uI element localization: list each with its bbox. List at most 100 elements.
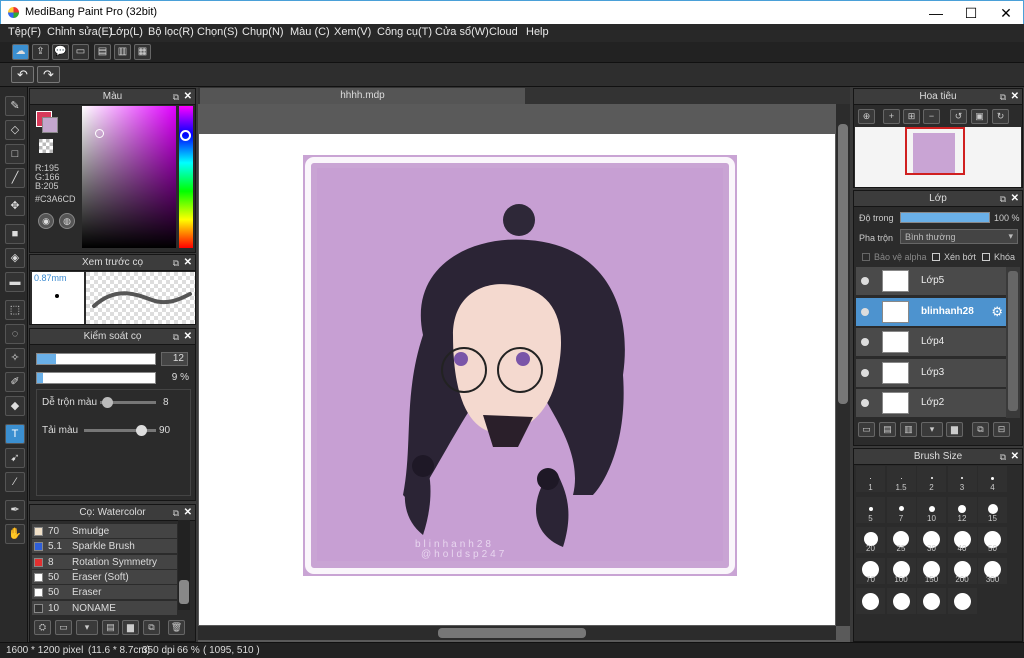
new-brush-icon[interactable]: ▭ [55,620,72,635]
brush-size-cell[interactable]: 300 [978,557,1007,584]
close-icon[interactable]: ✕ [184,89,192,105]
color-wheel-icon[interactable]: ◍ [59,213,75,229]
menu-tools[interactable]: Công cụ(T) [377,26,432,38]
zoom-out-icon[interactable]: − [923,109,940,124]
text-tool-icon[interactable]: T [5,424,25,444]
select-rect-tool-icon[interactable]: ⬚ [5,300,25,320]
lasso-tool-icon[interactable]: ◌ [5,324,25,344]
canvas-horizontal-thumb[interactable] [438,628,586,638]
brush-size-slider[interactable] [36,353,156,365]
layer-row[interactable]: blinhanh28 ⚙ [856,297,1006,327]
fill-rect-tool-icon[interactable]: ■ [5,224,25,244]
rectangle-tool-icon[interactable]: □ [5,144,25,164]
gradient-tool-icon[interactable]: ▬ [5,272,25,292]
eye-icon[interactable] [861,368,869,377]
close-icon[interactable]: ✕ [1011,449,1019,465]
brush-size-cell[interactable]: 100 [886,557,916,584]
menu-cloud[interactable]: Cloud [489,26,518,38]
new-halftone-layer-icon[interactable]: ▤ [879,422,896,437]
brush-size-cell[interactable]: 40 [947,527,977,553]
message-icon[interactable]: ▭ [72,44,89,60]
menu-file[interactable]: Tệp(F) [8,26,41,38]
navigator-viewport-frame[interactable] [905,127,965,175]
eye-icon[interactable] [861,307,869,316]
menu-help[interactable]: Help [526,26,549,38]
lock-checkbox[interactable] [982,253,990,261]
brush-size-value[interactable]: 12 [161,352,188,366]
pen-tool-icon[interactable]: ✒ [5,500,25,520]
brush-list-scroll-thumb[interactable] [179,580,189,604]
color-amount-thumb[interactable] [136,425,147,436]
minimize-button[interactable]: — [919,3,953,23]
hand-tool-icon[interactable]: ✋ [5,524,25,544]
brush-list-item[interactable]: 10 NONAME [32,600,177,616]
menu-window[interactable]: Cửa sổ(W) [435,26,489,38]
delete-brush-icon[interactable]: 🗑 [168,620,185,635]
brush-size-cell[interactable]: 15 [978,496,1007,523]
eye-icon[interactable] [861,338,869,346]
undock-icon[interactable]: ⧉ [173,505,179,521]
canvas-vertical-thumb[interactable] [838,124,848,404]
undock-icon[interactable]: ⧉ [173,255,179,271]
layer-row[interactable]: Lớp3 [856,358,1006,388]
brush-menu-icon[interactable]: ▾ [76,620,98,635]
page-icon[interactable]: ▥ [114,44,131,60]
document-icon[interactable]: ▤ [94,44,111,60]
transparent-swatch[interactable] [39,139,53,153]
menu-capture[interactable]: Chụp(N) [242,26,284,38]
add-brush-icon[interactable]: ⛭ [34,620,51,635]
undo-icon[interactable]: ↶ [11,66,34,83]
close-button[interactable]: ✕ [989,3,1023,23]
operation-tool-icon[interactable]: ➹ [5,448,25,468]
comment-icon[interactable]: 💬 [52,44,69,60]
navigator-preview[interactable] [855,127,1021,187]
brush-size-cell[interactable] [886,588,916,614]
maximize-button[interactable]: ☐ [954,3,988,23]
new-8bit-layer-icon[interactable]: ▥ [900,422,917,437]
document-tab[interactable]: hhhh.mdp [200,88,525,104]
menu-color[interactable]: Màu (C) [290,26,330,38]
blend-slider[interactable] [100,397,156,408]
palette-icon[interactable]: ◉ [38,213,54,229]
brush-size-cell[interactable] [947,588,977,614]
brush-folder-icon[interactable]: ▆ [122,620,139,635]
brush-size-cell[interactable]: 5 [856,496,885,523]
blend-mode-select[interactable]: Bình thường ▾ [900,229,1018,244]
rotate-left-icon[interactable]: ↺ [950,109,967,124]
brush-list-scrollbar[interactable] [178,520,190,610]
zoom-in-icon[interactable]: + [883,109,900,124]
brush-size-cell[interactable]: 10 [917,496,946,523]
blend-slider-thumb[interactable] [102,397,113,408]
layer-menu-icon[interactable]: ▾ [921,422,943,437]
brush-list-item[interactable]: 8Rotation Symmetry Pen [32,554,177,579]
protect-alpha-checkbox[interactable] [862,253,870,261]
menu-view[interactable]: Xem(V) [334,26,371,38]
brush-size-cell[interactable]: 30 [917,527,946,553]
close-icon[interactable]: ✕ [1011,191,1019,207]
cloud-icon[interactable]: ☁ [12,44,29,60]
fit-screen-icon[interactable]: ▣ [971,109,988,124]
brush-size-cell[interactable]: 1 [856,466,885,492]
close-icon[interactable]: ✕ [184,505,192,521]
brush-opacity-slider[interactable] [36,372,156,384]
close-icon[interactable]: ✕ [184,329,192,345]
zoom-fit-icon[interactable]: ⊕ [858,109,875,124]
brush-tool-icon[interactable]: ✎ [5,96,25,116]
undock-icon[interactable]: ⧉ [1000,89,1006,105]
menu-layer[interactable]: Lớp(L) [110,26,143,38]
layer-scroll-thumb[interactable] [1008,271,1018,411]
eraser-tool-icon[interactable]: ◇ [5,120,25,140]
brush-settings-icon[interactable]: ▤ [102,620,119,635]
brush-size-cell[interactable]: 7 [886,496,916,523]
artwork[interactable]: blinhanh28 @holdsp247 [303,155,737,576]
menu-edit[interactable]: Chỉnh sửa(E) [47,26,112,38]
undock-icon[interactable]: ⧉ [173,89,179,105]
brush-size-cell[interactable]: 4 [978,466,1007,492]
menu-select[interactable]: Chọn(S) [197,26,238,38]
brush-size-cell[interactable]: 25 [886,527,916,553]
menu-filter[interactable]: Bộ lọc(R) [148,26,194,38]
canvas-vertical-scrollbar[interactable] [836,104,850,626]
color-amount-slider[interactable] [84,425,156,436]
bucket-tool-icon[interactable]: ◈ [5,248,25,268]
brush-list-item[interactable]: 5.1 Sparkle Brush [32,539,177,555]
